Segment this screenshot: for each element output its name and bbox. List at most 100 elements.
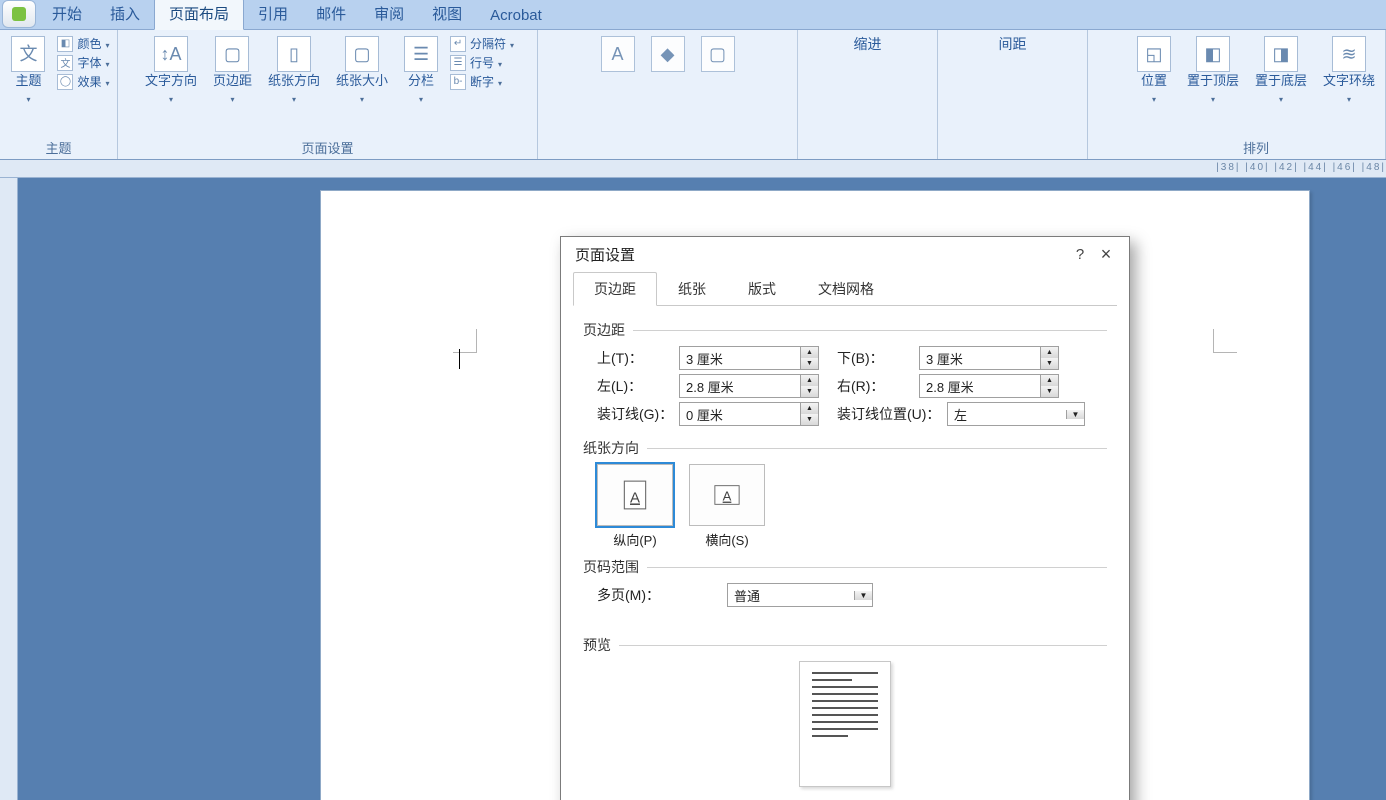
- margins-button[interactable]: ▢ 页边距: [209, 34, 256, 108]
- portrait-label: 纵向(P): [597, 530, 673, 549]
- spinner-down-icon[interactable]: ▼: [801, 358, 818, 369]
- text-wrap-icon: ≋: [1332, 36, 1366, 72]
- position-icon: ◱: [1137, 36, 1171, 72]
- ribbon-tab-strip: 开始 插入 页面布局 引用 邮件 审阅 视图 Acrobat: [0, 0, 1386, 30]
- horizontal-ruler[interactable]: |38| |40| |42| |44| |46| |48|: [0, 160, 1386, 178]
- spacing-header: 间距: [999, 34, 1027, 54]
- multi-pages-label: 多页(M)：: [597, 585, 727, 605]
- breaks-button[interactable]: ↵ 分隔符: [450, 34, 514, 53]
- margin-bottom-input[interactable]: 3 厘米 ▲▼: [919, 346, 1059, 370]
- group-arrange-label: 排列: [1133, 136, 1379, 157]
- margin-corner-tl: [453, 329, 477, 353]
- tab-insert[interactable]: 插入: [96, 0, 154, 29]
- gutter-label: 装订线(G)：: [597, 404, 679, 424]
- indent-header: 缩进: [854, 34, 882, 54]
- tab-page-layout[interactable]: 页面布局: [154, 0, 244, 30]
- dialog-help-button[interactable]: ?: [1067, 246, 1093, 263]
- office-button[interactable]: [2, 0, 36, 28]
- tab-view[interactable]: 视图: [418, 0, 476, 29]
- themes-label: 主题: [15, 74, 41, 89]
- margin-right-input[interactable]: 2.8 厘米 ▲▼: [919, 374, 1059, 398]
- page-color-icon: ◆: [651, 36, 685, 72]
- columns-button[interactable]: ☰ 分栏: [400, 34, 442, 108]
- size-button[interactable]: ▢ 纸张大小: [332, 34, 392, 108]
- dialog-tab-margins[interactable]: 页边距: [573, 272, 657, 306]
- document-workspace: |38| |40| |42| |44| |46| |48| 页面设置 ? × 页…: [0, 160, 1386, 800]
- effects-icon: ◯: [57, 74, 73, 90]
- ruler-numbers: |38| |40| |42| |44| |46| |48|: [1216, 162, 1386, 173]
- orientation-landscape-button[interactable]: A: [689, 464, 765, 526]
- send-to-back-button[interactable]: ◨ 置于底层: [1251, 34, 1311, 108]
- theme-effects-button[interactable]: ◯ 效果: [57, 72, 109, 91]
- orientation-icon: ▯: [277, 36, 311, 72]
- tab-acrobat[interactable]: Acrobat: [476, 2, 556, 29]
- portrait-icon: A: [621, 479, 649, 511]
- text-direction-icon: ↕A: [154, 36, 188, 72]
- section-preview-title: 预览: [583, 635, 611, 655]
- theme-fonts-button[interactable]: 文 字体: [57, 53, 109, 72]
- vertical-ruler[interactable]: [0, 178, 18, 800]
- position-button[interactable]: ◱ 位置: [1133, 34, 1175, 108]
- text-wrap-button[interactable]: ≋ 文字环绕: [1319, 34, 1379, 108]
- section-margins-title: 页边距: [583, 320, 625, 340]
- text-direction-button[interactable]: ↕A 文字方向: [141, 34, 201, 108]
- theme-colors-button[interactable]: ◧ 颜色: [57, 34, 109, 53]
- section-pages-title: 页码范围: [583, 557, 639, 577]
- margin-left-input[interactable]: 2.8 厘米 ▲▼: [679, 374, 819, 398]
- margin-left-label: 左(L)：: [597, 376, 679, 396]
- dialog-title: 页面设置: [575, 244, 635, 265]
- themes-icon: 文: [11, 36, 45, 72]
- margin-right-label: 右(R)：: [837, 376, 919, 396]
- columns-icon: ☰: [404, 36, 438, 72]
- send-back-icon: ◨: [1264, 36, 1298, 72]
- preview-pane: [799, 661, 891, 787]
- watermark-button[interactable]: A: [597, 34, 639, 74]
- chevron-down-icon[interactable]: ▼: [854, 591, 872, 600]
- bring-to-front-button[interactable]: ◧ 置于顶层: [1183, 34, 1243, 108]
- page-setup-dialog: 页面设置 ? × 页边距 纸张 版式 文档网格 页边距 上(T)： 3 厘米 ▲…: [560, 236, 1130, 800]
- size-icon: ▢: [345, 36, 379, 72]
- ribbon: 文 主题 ◧ 颜色 文 字体 ◯ 效果: [0, 30, 1386, 160]
- section-orientation-title: 纸张方向: [583, 438, 639, 458]
- text-cursor: [459, 349, 460, 369]
- group-page-setup-label: 页面设置: [124, 136, 531, 157]
- font-icon: 文: [57, 55, 73, 71]
- line-numbers-button[interactable]: ☰ 行号: [450, 53, 514, 72]
- tab-mailings[interactable]: 邮件: [302, 0, 360, 29]
- line-numbers-icon: ☰: [450, 55, 466, 71]
- margin-top-input[interactable]: 3 厘米 ▲▼: [679, 346, 819, 370]
- spinner-up-icon[interactable]: ▲: [801, 347, 818, 358]
- margin-corner-tr: [1213, 329, 1237, 353]
- orientation-button[interactable]: ▯ 纸张方向: [264, 34, 324, 108]
- page-borders-icon: ▢: [701, 36, 735, 72]
- margin-top-label: 上(T)：: [597, 348, 679, 368]
- svg-text:A: A: [630, 489, 640, 506]
- multi-pages-combo[interactable]: 普通 ▼: [727, 583, 873, 607]
- dialog-tab-paper[interactable]: 纸张: [657, 272, 727, 306]
- landscape-icon: A: [713, 479, 741, 511]
- dialog-close-button[interactable]: ×: [1093, 244, 1119, 265]
- themes-button[interactable]: 文 主题: [7, 34, 49, 108]
- gutter-position-combo[interactable]: 左 ▼: [947, 402, 1085, 426]
- page-borders-button[interactable]: ▢: [697, 34, 739, 74]
- orientation-portrait-button[interactable]: A: [597, 464, 673, 526]
- gutter-input[interactable]: 0 厘米 ▲▼: [679, 402, 819, 426]
- svg-text:A: A: [723, 489, 732, 504]
- gutter-position-label: 装订线位置(U)：: [837, 404, 947, 424]
- dialog-tab-grid[interactable]: 文档网格: [797, 272, 895, 306]
- bring-front-icon: ◧: [1196, 36, 1230, 72]
- hyphenation-button[interactable]: b- 断字: [450, 72, 514, 91]
- tab-home[interactable]: 开始: [38, 0, 96, 29]
- dialog-tab-layout[interactable]: 版式: [727, 272, 797, 306]
- landscape-label: 横向(S): [689, 530, 765, 549]
- tab-references[interactable]: 引用: [244, 0, 302, 29]
- tab-review[interactable]: 审阅: [360, 0, 418, 29]
- margins-icon: ▢: [215, 36, 249, 72]
- breaks-icon: ↵: [450, 36, 466, 52]
- palette-icon: ◧: [57, 36, 73, 52]
- hyphenation-icon: b-: [450, 74, 466, 90]
- chevron-down-icon[interactable]: ▼: [1066, 410, 1084, 419]
- watermark-icon: A: [601, 36, 635, 72]
- page-color-button[interactable]: ◆: [647, 34, 689, 74]
- group-themes-label: 主题: [6, 136, 111, 157]
